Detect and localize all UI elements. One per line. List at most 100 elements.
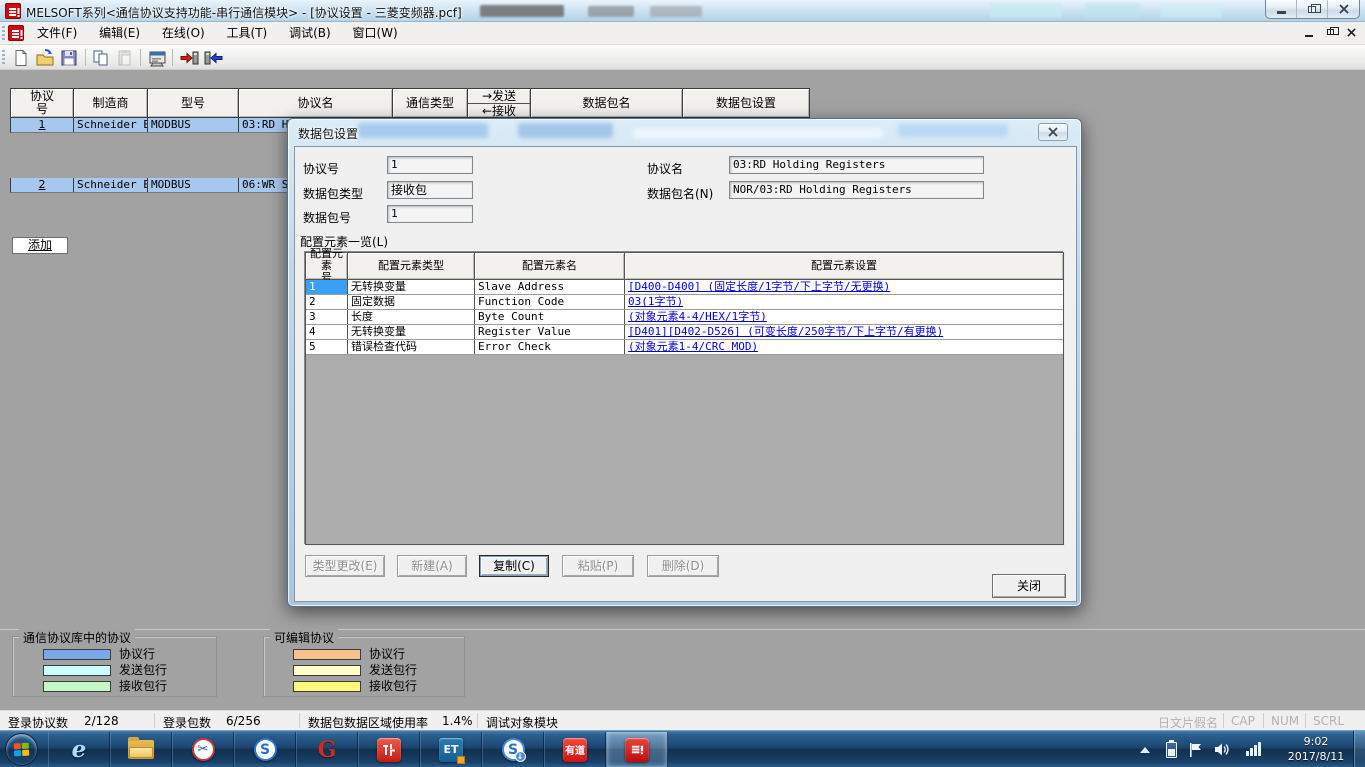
copy-button[interactable]: 复制(C) [479, 555, 549, 577]
flag-icon [1189, 742, 1203, 758]
element-row-5[interactable]: 5 错误检查代码 Error Check (对象元素1-4/CRC MOD) [306, 340, 1063, 355]
mdi-restore-button[interactable] [1324, 26, 1336, 38]
element-setting-link[interactable]: [D400-D400] (固定长度/1字节/下上字节/无更换) [625, 280, 1063, 294]
toolbar-grip [2, 26, 5, 41]
protocol-no-link[interactable]: 2 [11, 178, 74, 192]
element-type-cell: 固定数据 [348, 295, 475, 309]
taskbar-melsoft-button[interactable] [606, 732, 668, 767]
write-to-module-button[interactable] [178, 48, 200, 68]
taskbar-red-app-button[interactable] [358, 732, 420, 767]
legend-library-protocols: 通信协议库中的协议 协议行 发送包行 接收包行 [12, 636, 217, 697]
mdi-window-controls [1303, 26, 1357, 38]
element-no-cell[interactable]: 5 [306, 340, 348, 354]
menu-file[interactable]: 文件(F) [28, 22, 86, 44]
element-type-cell: 无转换变量 [348, 325, 475, 339]
close-dialog-button[interactable]: 关闭 [992, 574, 1066, 598]
change-type-button[interactable]: 类型更改(E) [305, 555, 385, 577]
element-name-cell: Byte Count [475, 310, 625, 324]
statusbar-separator [1305, 713, 1306, 728]
read-from-module-button[interactable] [202, 48, 224, 68]
taskbar-explorer-button[interactable] [110, 732, 172, 767]
element-row-2[interactable]: 2 固定数据 Function Code 03(1字节) [306, 295, 1063, 310]
taskbar-ie-button[interactable]: e [48, 732, 110, 767]
receive-packet-row-swatch [43, 681, 111, 692]
element-no-cell[interactable]: 4 [306, 325, 348, 339]
up-arrow-icon [1140, 747, 1150, 753]
redacted-text [480, 5, 564, 17]
module-window-icon [148, 49, 167, 67]
taskbar-clock[interactable]: 9:02 2017/8/11 [1283, 734, 1349, 764]
element-no-cell[interactable]: 2 [306, 295, 348, 309]
taskbar-sogou-button[interactable]: S [234, 732, 296, 767]
dialog-title: 数据包设置 [298, 125, 358, 142]
element-no-cell-selected[interactable]: 1 [306, 280, 348, 294]
glass-reflection [633, 128, 883, 139]
menu-edit[interactable]: 编辑(E) [90, 22, 149, 44]
taskbar-snipping-tool-button[interactable]: ✂ [172, 732, 234, 767]
element-type-cell: 错误检查代码 [348, 340, 475, 354]
taskbar-youdao-button[interactable]: 有道 [544, 732, 606, 767]
show-desktop-button[interactable] [1353, 731, 1365, 767]
paste-button[interactable] [114, 48, 136, 68]
tray-battery[interactable] [1166, 731, 1177, 767]
menu-online[interactable]: 在线(O) [153, 22, 214, 44]
element-no-cell[interactable]: 3 [306, 310, 348, 324]
packet-type-field[interactable]: 接收包 [387, 181, 473, 199]
protocol-name-label: 协议名 [647, 160, 683, 177]
module-window-button[interactable] [146, 48, 168, 68]
open-file-button[interactable] [34, 48, 56, 68]
menu-tools[interactable]: 工具(T) [218, 22, 277, 44]
taskbar-s-download-button[interactable]: S ↓ [482, 732, 544, 767]
packet-no-field[interactable]: 1 [387, 205, 473, 223]
add-protocol-link[interactable]: 添加 [12, 237, 68, 254]
element-setting-link[interactable]: [D401][D402-D526] (可变长度/250字节/下上字节/有更换) [625, 325, 1063, 339]
tray-volume[interactable] [1214, 731, 1231, 767]
paste-button[interactable]: 粘贴(P) [562, 555, 634, 577]
new-button[interactable]: 新建(A) [397, 555, 467, 577]
element-row-1[interactable]: 1 无转换变量 Slave Address [D400-D400] (固定长度/… [306, 280, 1063, 295]
tray-action-center[interactable] [1189, 731, 1203, 767]
element-type-cell: 长度 [348, 310, 475, 324]
start-button[interactable] [5, 733, 38, 766]
column-header-protocol-no: 协议 号 [11, 89, 74, 117]
new-file-button[interactable] [10, 48, 32, 68]
dialog-close-button[interactable] [1038, 123, 1068, 141]
element-row-4[interactable]: 4 无转换变量 Register Value [D401][D402-D526]… [306, 325, 1063, 340]
battery-icon [1166, 742, 1177, 758]
close-button[interactable] [1328, 0, 1359, 18]
element-setting-link[interactable]: (对象元素1-4/CRC MOD) [625, 340, 1063, 354]
tray-show-hidden-icons[interactable] [1140, 731, 1150, 767]
restore-button[interactable] [1297, 0, 1328, 18]
copy-icon [92, 49, 110, 67]
caps-lock-indicator: CAP [1231, 714, 1255, 728]
copy-button[interactable] [90, 48, 112, 68]
manufacturer-cell: Schneider E [74, 118, 148, 132]
close-icon [1048, 127, 1058, 137]
taskbar-et-button[interactable]: ET [420, 732, 482, 767]
mdi-minimize-button[interactable] [1303, 26, 1315, 38]
element-name-cell: Slave Address [475, 280, 625, 294]
protocol-no-field[interactable]: 1 [387, 156, 473, 174]
protocol-name-field[interactable]: 03:RD Holding Registers [729, 156, 984, 174]
melsoft-icon [625, 738, 649, 762]
element-row-3[interactable]: 3 长度 Byte Count (对象元素4-4/HEX/1字节) [306, 310, 1063, 325]
receive-label: ←接收 [468, 104, 530, 118]
taskbar-g-app-button[interactable]: G [296, 732, 358, 767]
statusbar-separator [477, 713, 478, 728]
tray-network[interactable] [1246, 742, 1261, 756]
save-button[interactable] [58, 48, 80, 68]
protocol-no-link[interactable]: 1 [11, 118, 74, 132]
packet-name-field[interactable]: NOR/03:RD Holding Registers [729, 181, 984, 199]
column-header-comm-type: 通信类型 [393, 89, 468, 117]
swatch-label: 接收包行 [369, 680, 417, 693]
menu-window[interactable]: 窗口(W) [344, 22, 407, 44]
menu-debug[interactable]: 调试(B) [280, 22, 340, 44]
minimize-button[interactable] [1266, 0, 1297, 18]
element-setting-link[interactable]: (对象元素4-4/HEX/1字节) [625, 310, 1063, 324]
send-packet-row-swatch [293, 665, 361, 676]
element-setting-link[interactable]: 03(1字节) [625, 295, 1063, 309]
delete-button[interactable]: 删除(D) [647, 555, 719, 577]
window-titlebar[interactable]: MELSOFT系列<通信协议支持功能-串行通信模块> - [协议设置 - 三菱变… [0, 0, 1365, 22]
mdi-close-button[interactable] [1345, 26, 1357, 38]
statusbar-separator [299, 713, 300, 728]
